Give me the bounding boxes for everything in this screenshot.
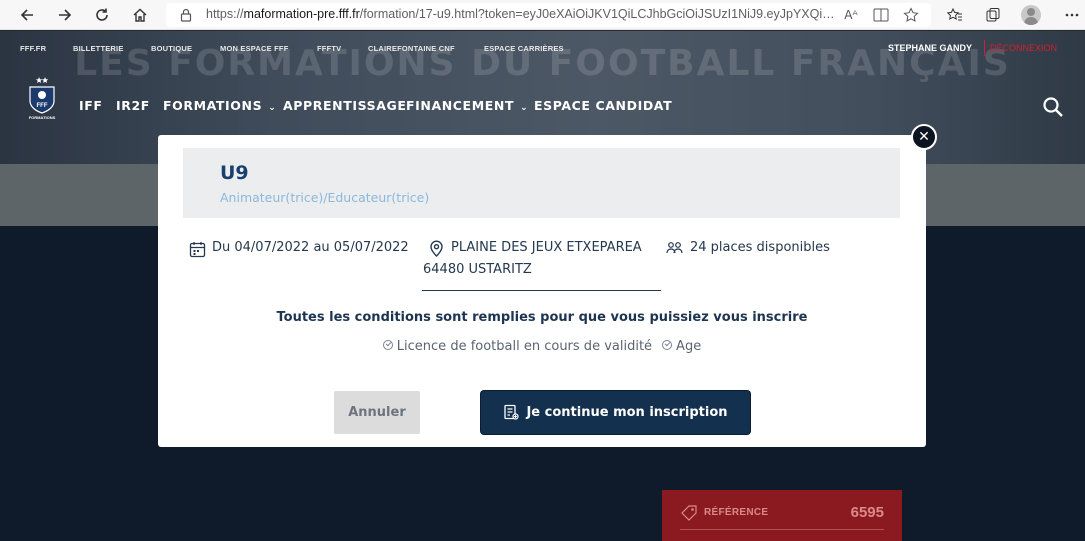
forward-arrow-icon — [59, 9, 72, 21]
cancel-button[interactable]: Annuler — [334, 391, 420, 434]
conditions-title: Toutes les conditions sont remplies pour… — [276, 310, 808, 325]
lock-icon — [180, 8, 192, 22]
location-pin-icon — [430, 240, 443, 257]
url-text: https://maformation-pre.fff.fr/formation… — [206, 7, 836, 21]
nav-item-iff[interactable]: IFF — [79, 98, 103, 113]
close-icon: ✕ — [918, 129, 930, 145]
nav-item-apprentissage[interactable]: APPRENTISSAGE — [283, 98, 407, 113]
user-separator — [984, 40, 985, 56]
profile-avatar[interactable] — [1021, 5, 1041, 25]
session-dates: Du 04/07/2022 au 05/07/2022 — [212, 240, 409, 255]
reference-divider — [680, 529, 884, 530]
condition-item: Licence de football en cours de validité — [396, 339, 653, 354]
search-icon[interactable] — [1042, 96, 1064, 118]
util-link-fff[interactable]: FFF.FR — [20, 44, 46, 53]
refresh-button[interactable] — [89, 3, 115, 27]
immersive-reader-icon[interactable] — [870, 6, 892, 24]
condition-item: Age — [676, 339, 702, 354]
read-aloud-icon[interactable]: Aᴬ — [840, 6, 862, 24]
fff-logo[interactable]: FFF FORMATIONS — [24, 75, 60, 121]
collections-icon[interactable] — [980, 3, 1006, 27]
modal-header: U9 Animateur(trice)/Educateur(trice) — [183, 148, 900, 218]
modal-title: U9 — [220, 162, 249, 184]
util-link-ffftv[interactable]: FFFTV — [317, 44, 341, 53]
forward-button[interactable] — [52, 3, 78, 27]
home-button[interactable] — [127, 3, 153, 27]
user-name: STEPHANE GANDY — [888, 43, 973, 53]
util-link-billetterie[interactable]: BILLETTERIE — [73, 44, 124, 53]
util-link-boutique[interactable]: BOUTIQUE — [151, 44, 192, 53]
nav-item-espace-candidat[interactable]: ESPACE CANDIDAT — [534, 98, 672, 113]
home-icon — [133, 8, 147, 22]
form-icon — [504, 404, 520, 420]
refresh-icon — [96, 8, 108, 21]
svg-text:FFF: FFF — [37, 103, 48, 109]
reference-card: RÉFÉRENCE 6595 — [662, 490, 902, 541]
registration-modal: U9 Animateur(trice)/Educateur(trice) Du … — [158, 135, 926, 447]
users-icon — [666, 242, 683, 254]
logout-link[interactable]: DÉCONNEXION — [990, 43, 1057, 53]
places-available: 24 places disponibles — [690, 240, 830, 255]
more-menu-icon[interactable] — [1059, 3, 1085, 27]
check-circle-icon — [382, 340, 393, 350]
util-link-espace-fff[interactable]: MON ESPACE FFF — [220, 44, 289, 53]
close-modal-button[interactable]: ✕ — [911, 124, 937, 150]
nav-item-formations[interactable]: FORMATIONS ⌄ — [163, 98, 276, 113]
svg-text:FORMATIONS: FORMATIONS — [29, 115, 56, 120]
conditions-list: Licence de football en cours de validité… — [158, 339, 926, 354]
modal-subtitle: Animateur(trice)/Educateur(trice) — [220, 190, 430, 205]
back-arrow-icon — [20, 9, 33, 21]
favorites-icon[interactable] — [942, 3, 968, 27]
add-favorite-icon[interactable] — [900, 6, 922, 24]
main-nav: FFF FORMATIONS IFF IR2F FORMATIONS ⌄ APPR… — [0, 71, 1085, 131]
address-bar[interactable]: https://maformation-pre.fff.fr/formation… — [166, 3, 931, 27]
nav-item-financement[interactable]: FINANCEMENT ⌄ — [406, 98, 528, 113]
location-line1: PLAINE DES JEUX ETXEPAREA — [451, 240, 642, 255]
continue-registration-button[interactable]: Je continue mon inscription — [481, 391, 750, 434]
util-link-clairefontaine[interactable]: CLAIREFONTAINE CNF — [368, 44, 455, 53]
location-underline — [422, 290, 661, 291]
nav-item-ir2f[interactable]: IR2F — [116, 98, 150, 113]
browser-toolbar: https://maformation-pre.fff.fr/formation… — [0, 0, 1085, 30]
calendar-icon — [189, 242, 206, 258]
reference-label: RÉFÉRENCE — [704, 507, 769, 518]
check-circle-icon — [662, 340, 673, 350]
chevron-down-icon: ⌄ — [268, 103, 277, 113]
back-button[interactable] — [14, 3, 40, 27]
reference-value: 6595 — [850, 504, 884, 521]
utility-nav: FFF.FR BILLETTERIE BOUTIQUE MON ESPACE F… — [0, 31, 1085, 65]
location-line2: 64480 USTARITZ — [423, 262, 532, 277]
tag-icon — [681, 505, 697, 521]
chevron-down-icon: ⌄ — [520, 103, 529, 113]
util-link-carrieres[interactable]: ESPACE CARRIÈRES — [484, 44, 564, 53]
